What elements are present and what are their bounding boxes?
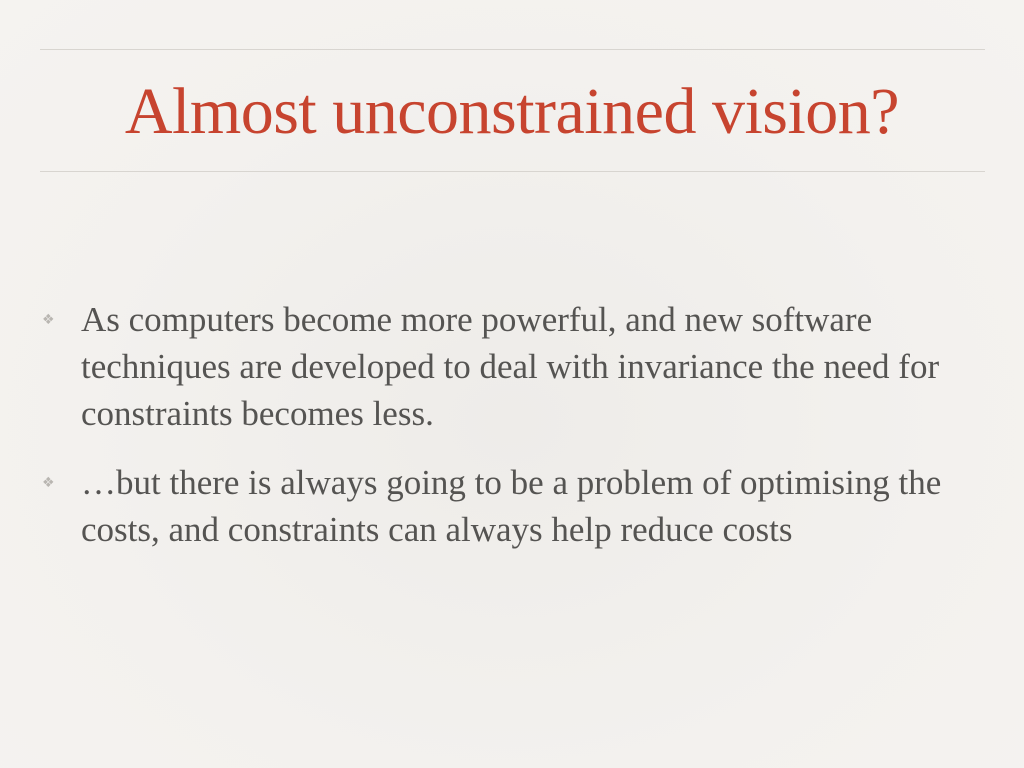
bullet-text: As computers become more powerful, and n… bbox=[81, 300, 940, 433]
bullet-item: ❖ …but there is always going to be a pro… bbox=[40, 459, 960, 553]
slide: Almost unconstrained vision? ❖ As comput… bbox=[0, 0, 1024, 768]
bullet-text: …but there is always going to be a probl… bbox=[81, 463, 942, 549]
title-rule-top bbox=[40, 49, 985, 50]
title-rule-bottom bbox=[40, 171, 985, 172]
bullet-list: ❖ As computers become more powerful, and… bbox=[40, 296, 960, 575]
slide-title: Almost unconstrained vision? bbox=[124, 75, 900, 148]
bullet-diamond-icon: ❖ bbox=[42, 312, 55, 328]
bullet-diamond-icon: ❖ bbox=[42, 475, 55, 491]
bullet-item: ❖ As computers become more powerful, and… bbox=[40, 296, 960, 437]
